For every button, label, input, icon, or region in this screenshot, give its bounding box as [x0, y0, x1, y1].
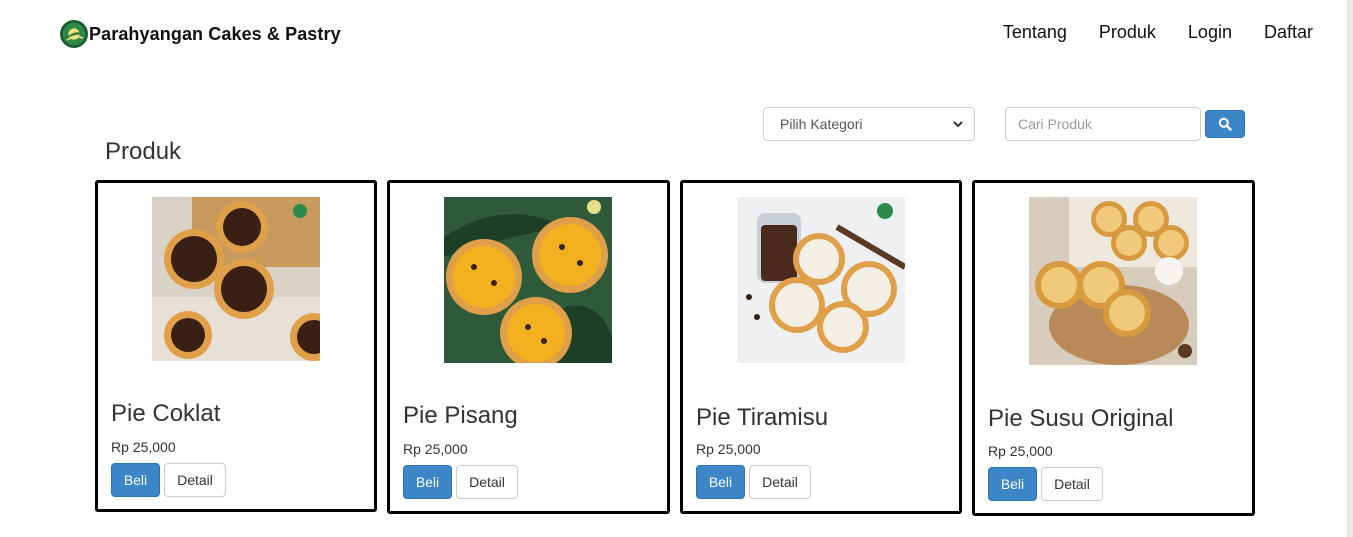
search-icon: [1218, 117, 1232, 131]
brand-logo-icon: [60, 20, 88, 48]
detail-button[interactable]: Detail: [456, 465, 518, 499]
product-name: Pie Pisang: [403, 402, 518, 429]
product-image[interactable]: [737, 197, 905, 363]
product-image[interactable]: [1029, 197, 1197, 365]
buy-button[interactable]: Beli: [988, 467, 1037, 501]
product-price: Rp 25,000: [988, 443, 1053, 459]
product-price: Rp 25,000: [111, 439, 176, 455]
chevron-down-icon: [953, 121, 963, 128]
page-title: Produk: [105, 138, 182, 165]
nav-link-produk[interactable]: Produk: [1099, 22, 1156, 43]
product-card: Pie Pisang Rp 25,000 Beli Detail: [387, 180, 670, 514]
product-name: Pie Tiramisu: [696, 404, 829, 431]
product-image[interactable]: [444, 197, 612, 363]
category-select-value: Pilih Kategori: [780, 116, 863, 132]
buy-button[interactable]: Beli: [696, 465, 745, 499]
navbar: Parahyangan Cakes & Pastry Tentang Produ…: [0, 0, 1353, 66]
search-button[interactable]: [1205, 110, 1245, 138]
search-input-placeholder: Cari Produk: [1018, 116, 1092, 132]
nav-link-daftar[interactable]: Daftar: [1264, 22, 1313, 43]
product-name: Pie Coklat: [111, 400, 221, 427]
detail-button[interactable]: Detail: [1041, 467, 1103, 501]
product-image[interactable]: [152, 197, 320, 361]
search-input[interactable]: Cari Produk: [1005, 107, 1201, 141]
page-scrollbar[interactable]: [1347, 0, 1353, 537]
brand-name: Parahyangan Cakes & Pastry: [89, 23, 341, 44]
product-card: Pie Coklat Rp 25,000 Beli Detail: [95, 180, 377, 512]
detail-button[interactable]: Detail: [749, 465, 811, 499]
category-select[interactable]: Pilih Kategori: [763, 107, 975, 141]
detail-button[interactable]: Detail: [164, 463, 226, 497]
nav-link-tentang[interactable]: Tentang: [1003, 22, 1067, 43]
product-price: Rp 25,000: [403, 441, 468, 457]
scrollbar-thumb[interactable]: [1347, 0, 1353, 537]
product-card: Pie Tiramisu Rp 25,000 Beli Detail: [680, 180, 962, 514]
product-price: Rp 25,000: [696, 441, 761, 457]
product-name: Pie Susu Original: [988, 405, 1174, 432]
nav-link-login[interactable]: Login: [1188, 22, 1232, 43]
nav-menu: Tentang Produk Login Daftar: [971, 22, 1313, 43]
buy-button[interactable]: Beli: [403, 465, 452, 499]
buy-button[interactable]: Beli: [111, 463, 160, 497]
brand-link[interactable]: Parahyangan Cakes & Pastry: [60, 20, 341, 48]
product-card: Pie Susu Original Rp 25,000 Beli Detail: [972, 180, 1255, 516]
